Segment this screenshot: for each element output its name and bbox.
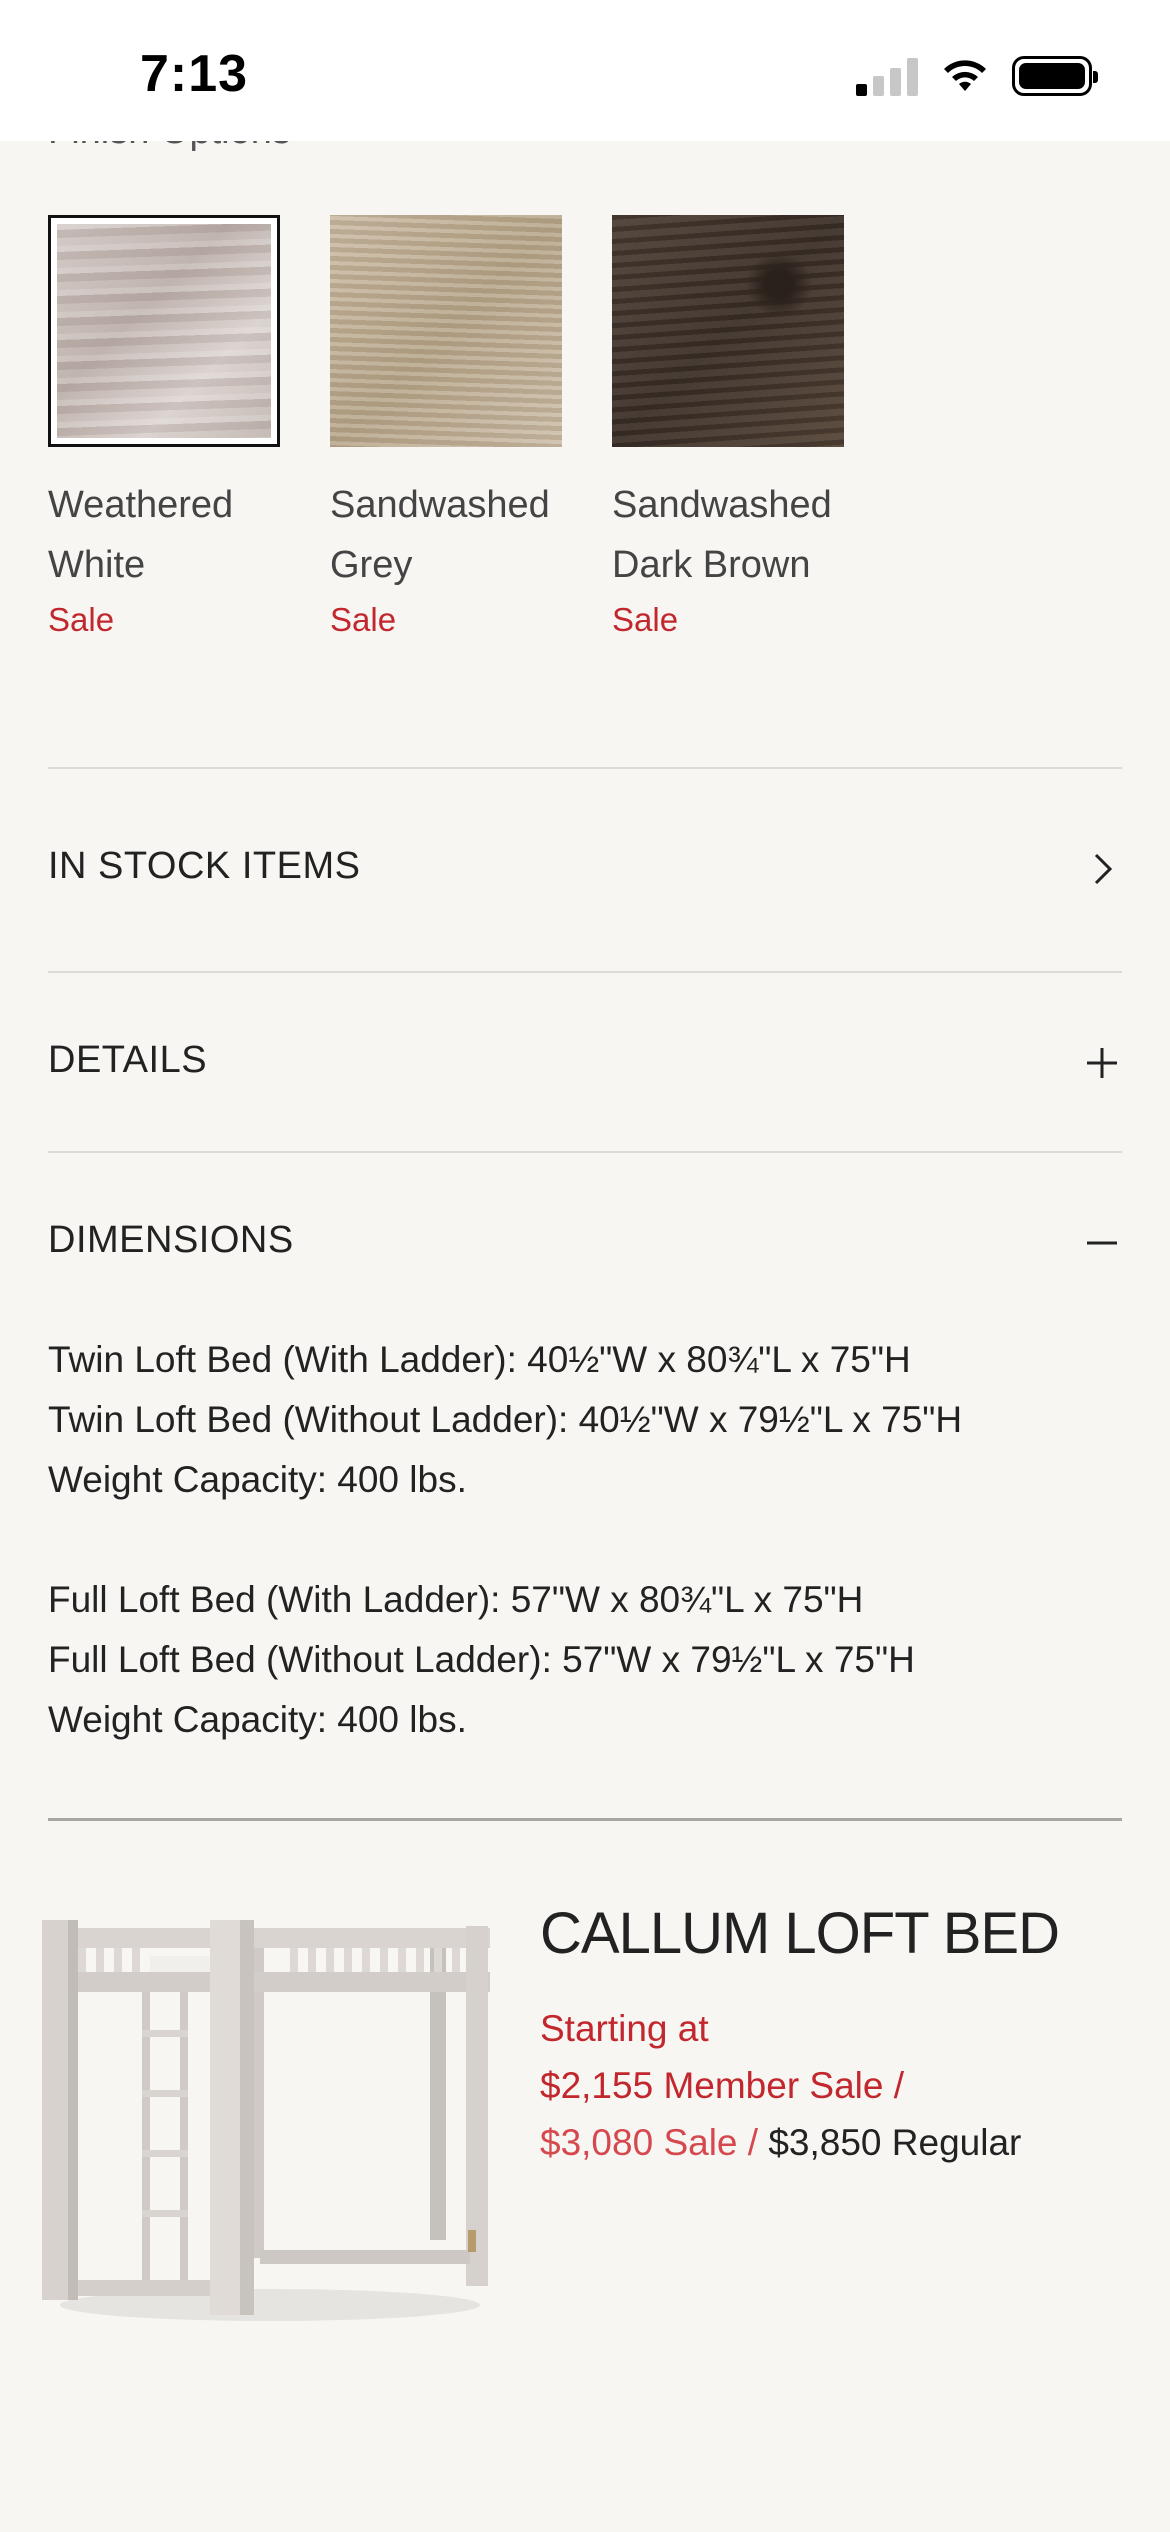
regular-price: $3,850 Regular [768, 2122, 1022, 2163]
sale-badge: Sale [612, 601, 679, 638]
minus-icon [1087, 1241, 1117, 1245]
swatch-name: Weathered White [48, 484, 234, 586]
weight-capacity-line: Weight Capacity: 400 lbs. [48, 1699, 467, 1740]
dimension-line: Twin Loft Bed (Without Ladder): 40½"W x … [48, 1399, 963, 1440]
status-bar: 7:13 [0, 0, 1170, 141]
in-stock-items-label: IN STOCK ITEMS [48, 845, 361, 887]
starting-at-label: Starting at [540, 2008, 709, 2049]
dimension-line: Full Loft Bed (Without Ladder): 57"W x 7… [48, 1639, 915, 1680]
product-card[interactable]: CALLUM LOFT BED Starting at $2,155 Membe… [0, 1870, 1170, 2370]
swatch-image-sandwashed-dark-brown[interactable] [612, 215, 844, 447]
sale-badge: Sale [48, 601, 115, 638]
divider [48, 1818, 1122, 1821]
dimensions-content: Twin Loft Bed (With Ladder): 40½"W x 80¾… [48, 1330, 962, 1750]
sale-badge: Sale [330, 601, 397, 638]
wifi-icon [944, 60, 986, 91]
weight-capacity-line: Weight Capacity: 400 lbs. [48, 1459, 467, 1500]
dimension-line: Full Loft Bed (With Ladder): 57"W x 80¾"… [48, 1579, 864, 1620]
finish-swatches: Weathered White Sale Sandwashed Grey Sal… [48, 215, 844, 643]
sale-price: $3,080 Sale / [540, 2122, 759, 2163]
swatch-sandwashed-dark-brown[interactable]: Sandwashed Dark Brown Sale [612, 215, 844, 643]
cellular-signal-icon [856, 56, 918, 96]
dimension-line: Twin Loft Bed (With Ladder): 40½"W x 80¾… [48, 1339, 911, 1380]
member-sale-price: $2,155 Member Sale / [540, 2065, 905, 2106]
dimensions-row[interactable]: DIMENSIONS [0, 1153, 1170, 1293]
swatch-weathered-white[interactable]: Weathered White Sale [48, 215, 280, 643]
details-row[interactable]: DETAILS [0, 973, 1170, 1151]
swatch-name: Sandwashed Grey [330, 484, 550, 586]
dimensions-label: DIMENSIONS [48, 1219, 294, 1261]
plus-icon [1087, 1048, 1117, 1078]
swatch-image-weathered-white[interactable] [48, 215, 280, 447]
battery-icon [1012, 56, 1098, 96]
swatch-image-sandwashed-grey[interactable] [330, 215, 562, 447]
loft-bed-image[interactable] [30, 1900, 490, 2330]
in-stock-items-row[interactable]: IN STOCK ITEMS [0, 769, 1170, 971]
swatch-sandwashed-grey[interactable]: Sandwashed Grey Sale [330, 215, 562, 643]
details-label: DETAILS [48, 1039, 208, 1081]
product-title[interactable]: CALLUM LOFT BED [540, 1900, 1060, 1967]
status-icons [856, 56, 1098, 96]
price-block: Starting at $2,155 Member Sale / $3,080 … [540, 2000, 1021, 2171]
status-time: 7:13 [140, 45, 249, 103]
swatch-name: Sandwashed Dark Brown [612, 484, 832, 586]
chevron-right-icon [1094, 853, 1113, 885]
